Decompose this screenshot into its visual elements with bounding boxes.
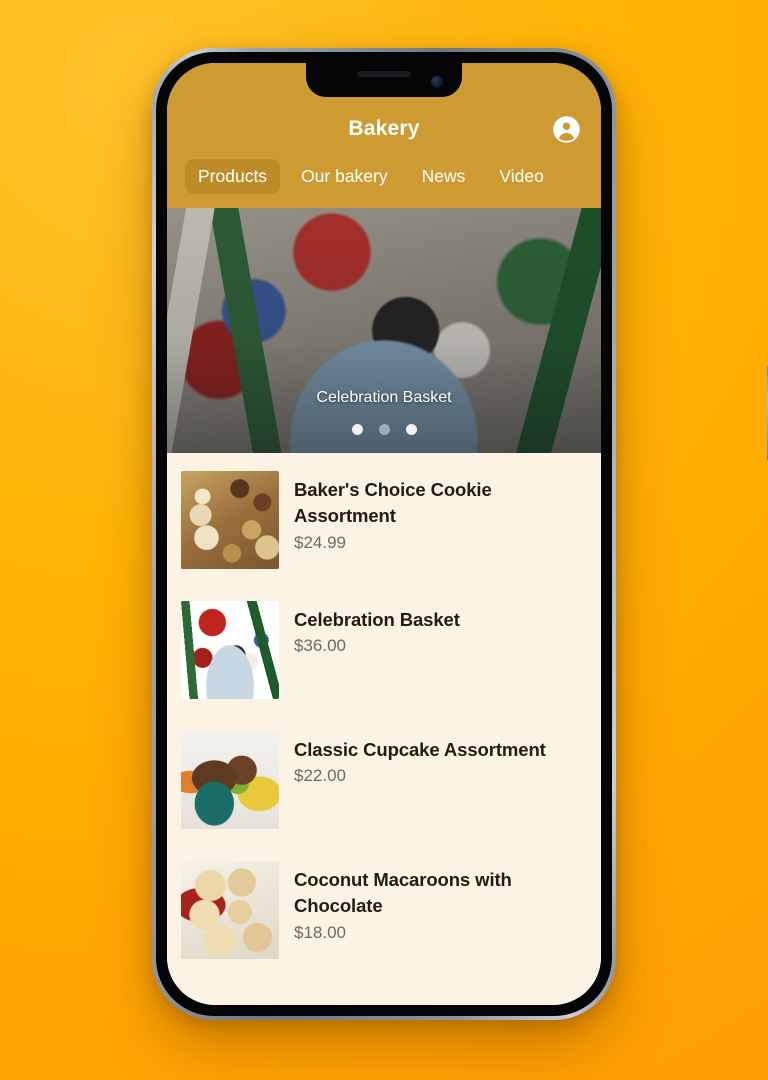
notch [306,63,462,97]
tab-bar: Products Our bakery News Video [183,151,585,208]
product-thumbnail [181,601,279,699]
product-name: Baker's Choice Cookie Assortment [294,479,492,527]
carousel-slide-image [167,208,601,453]
product-thumbnail [181,471,279,569]
carousel-caption: Celebration Basket [316,389,452,406]
product-name: Coconut Macaroons with Chocolate [294,869,512,917]
product-row[interactable]: Baker's Choice Cookie Assortment $24.99 [167,463,601,593]
tab-video[interactable]: Video [486,159,556,194]
product-price: $36.00 [294,636,346,656]
carousel-dot-2[interactable] [378,424,390,435]
earpiece-speaker-icon [357,71,411,77]
phone-bezel: Bakery Products Our bakery News Video Ce… [156,52,612,1016]
product-name: Classic Cupcake Assortment [294,739,546,760]
product-info: Classic Cupcake Assortment $22.00 [294,731,546,786]
carousel-dot-3[interactable] [405,424,417,435]
carousel-dot-1[interactable] [351,424,363,435]
product-name: Celebration Basket [294,609,460,630]
product-row[interactable]: Celebration Basket $36.00 [167,593,601,723]
front-camera-icon [431,76,443,88]
phone-device: Bakery Products Our bakery News Video Ce… [152,48,768,1020]
product-list: Baker's Choice Cookie Assortment $24.99 … [167,453,601,998]
product-row[interactable]: Coconut Macaroons with Chocolate $18.00 [167,853,601,983]
phone-screen: Bakery Products Our bakery News Video Ce… [167,63,601,1005]
product-row[interactable]: Classic Cupcake Assortment $22.00 [167,723,601,853]
product-thumbnail [181,731,279,829]
featured-carousel[interactable]: Celebration Basket [167,208,601,453]
account-circle-icon[interactable] [552,115,581,144]
tab-products[interactable]: Products [185,159,281,194]
tab-our-bakery[interactable]: Our bakery [288,159,401,194]
product-price: $22.00 [294,766,346,786]
product-info: Coconut Macaroons with Chocolate $18.00 [294,861,587,943]
carousel-pagination [167,424,601,435]
page-title: Bakery [348,117,420,140]
product-price: $18.00 [294,922,346,942]
product-info: Baker's Choice Cookie Assortment $24.99 [294,471,587,553]
tab-news[interactable]: News [409,159,479,194]
product-price: $24.99 [294,532,346,552]
product-thumbnail [181,861,279,959]
product-info: Celebration Basket $36.00 [294,601,460,656]
